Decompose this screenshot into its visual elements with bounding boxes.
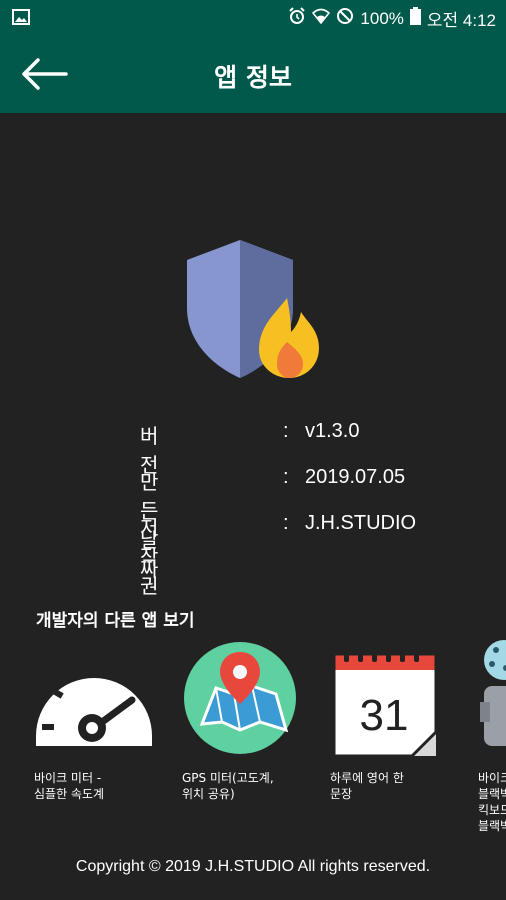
info-label: 저작권 <box>140 516 159 598</box>
battery-icon <box>409 7 421 30</box>
app-name: 바이크 블랙박 킥보드 블랙박 <box>478 771 506 833</box>
app-name: 하루에 영어 한 문장 <box>330 771 404 801</box>
info-colon: : <box>283 420 289 442</box>
info-value: v1.3.0 <box>305 420 360 442</box>
app-name: 바이크 미터 - 심플한 속도계 <box>34 771 105 801</box>
calendar-icon: 31 <box>330 640 450 760</box>
shield-fire-icon <box>183 238 323 380</box>
info-colon: : <box>283 466 289 488</box>
app-card-bike-meter[interactable]: 바이크 미터 - 심플한 속도계 <box>34 640 164 840</box>
app-card-gps-meter[interactable]: GPS 미터(고도계, 위치 공유) <box>182 640 312 840</box>
app-bar: 앱 정보 <box>0 36 506 113</box>
status-bar: 100% 오전 4:12 <box>0 0 506 36</box>
speedometer-icon <box>34 640 154 760</box>
info-value: J.H.STUDIO <box>305 512 417 534</box>
map-pin-icon <box>182 640 302 760</box>
app-card-daily-english[interactable]: 31 하루에 영어 한 문장 <box>330 640 460 840</box>
info-colon: : <box>283 512 289 534</box>
copyright-text: Copyright © 2019 J.H.STUDIO All rights r… <box>75 858 431 875</box>
other-apps-title: 개발자의 다른 앱 보기 <box>36 611 195 631</box>
app-card-bike-blackbox[interactable]: 바이크 블랙박 킥보드 블랙박 <box>478 640 506 840</box>
page-title: 앱 정보 <box>214 63 292 92</box>
calendar-day: 31 <box>360 691 409 740</box>
do-not-disturb-icon <box>336 7 354 30</box>
app-name: GPS 미터(고도계, 위치 공유) <box>182 771 274 801</box>
other-apps-list[interactable]: 바이크 미터 - 심플한 속도계 GPS 미터(고도계, 위치 공유) 31 하… <box>0 640 506 840</box>
status-time: 오전 4:12 <box>426 11 496 30</box>
info-value: 2019.07.05 <box>305 466 406 488</box>
wifi-icon <box>312 7 331 30</box>
robot-icon <box>478 640 506 760</box>
image-icon <box>12 9 30 29</box>
alarm-icon <box>288 7 306 30</box>
battery-percent: 100% <box>360 8 404 28</box>
